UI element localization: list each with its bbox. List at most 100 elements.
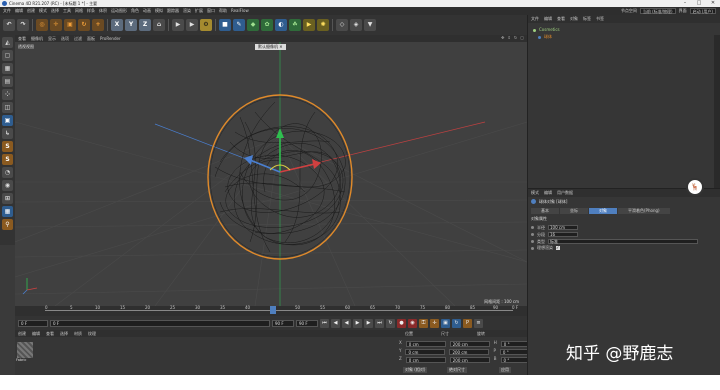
workplane-icon[interactable]: ▼ <box>364 19 376 31</box>
object-menu-objects[interactable]: 对象 <box>570 17 578 21</box>
current-frame-field[interactable]: 0 F <box>18 319 48 327</box>
viewport-toggle-icon[interactable]: ▢ <box>520 36 524 40</box>
live-selection-icon[interactable]: ◎ <box>36 19 48 31</box>
position-y-field[interactable]: 0 cm <box>405 349 446 355</box>
render-perfect-checkbox[interactable]: ✓ <box>556 246 560 250</box>
viewport-menu-cameras[interactable]: 摄像机 <box>31 36 43 41</box>
menu-animate[interactable]: 动画 <box>143 9 151 13</box>
quantize-icon[interactable]: ⊞ <box>2 193 13 204</box>
material-menu-texture[interactable]: 纹理 <box>88 332 96 336</box>
texture-mode-icon[interactable]: ▦ <box>2 63 13 74</box>
menu-file[interactable]: 文件 <box>3 9 11 13</box>
gizmo-x-axis[interactable] <box>279 163 316 173</box>
recent-tools-icon[interactable]: + <box>92 19 104 31</box>
enable-axis-icon[interactable]: ◇ <box>336 19 348 31</box>
maximize-button[interactable]: □ <box>692 0 706 7</box>
object-menu-tags[interactable]: 标签 <box>583 17 591 21</box>
menu-window[interactable]: 窗口 <box>207 9 215 13</box>
node-space-select[interactable]: 当前 (标准/物理) <box>639 8 676 14</box>
object-menu-edit[interactable]: 编辑 <box>544 17 552 21</box>
object-row-sphere[interactable]: 球体 <box>538 35 552 39</box>
object-row-cosmetics[interactable]: Cosmetics <box>533 28 560 32</box>
snap-icon[interactable]: ◈ <box>350 19 362 31</box>
object-menu-file[interactable]: 文件 <box>531 17 539 21</box>
menu-extensions[interactable]: 扩展 <box>195 9 203 13</box>
pen-icon[interactable]: ✎ <box>233 19 245 31</box>
cloner-icon[interactable]: ✿ <box>261 19 273 31</box>
viewport-menu-display[interactable]: 显示 <box>48 36 56 41</box>
environment-icon[interactable]: ☘ <box>289 19 301 31</box>
max-frame-field[interactable]: 90 F <box>296 319 318 327</box>
rotation-b-field[interactable]: 0 ° <box>500 357 529 363</box>
tab-coordinates[interactable]: 坐标 <box>560 208 588 214</box>
menu-mograph[interactable]: 运动图形 <box>111 9 127 13</box>
size-x-field[interactable]: 200 cm <box>449 341 490 347</box>
workplane-mode-icon[interactable]: ▤ <box>2 76 13 87</box>
rotation-p-field[interactable]: 0 ° <box>499 349 528 355</box>
minimize-button[interactable]: – <box>678 0 692 7</box>
menu-realflow[interactable]: RealFlow <box>231 9 249 13</box>
menu-help[interactable]: 帮助 <box>219 9 227 13</box>
type-select[interactable]: 标准 <box>548 239 698 244</box>
next-key-icon[interactable]: ▶ <box>364 318 373 328</box>
viewport-pan-icon[interactable]: ✥ <box>501 36 504 40</box>
render-picture-viewer-icon[interactable]: ▶ <box>186 19 198 31</box>
menu-select[interactable]: 选择 <box>51 9 59 13</box>
camera-icon[interactable]: ▶ <box>303 19 315 31</box>
points-mode-icon[interactable]: ⁘ <box>2 89 13 100</box>
viewport-rotate-icon[interactable]: ↻ <box>514 36 517 40</box>
gizmo-z-arrow-icon[interactable] <box>244 155 253 165</box>
material-menu-create[interactable]: 创建 <box>18 332 26 336</box>
tweak-mode-icon[interactable]: ◔ <box>2 167 13 178</box>
autokey-icon[interactable]: ◉ <box>408 318 417 328</box>
attribute-menu-edit[interactable]: 编辑 <box>544 191 552 195</box>
right-dock-tabs[interactable] <box>714 35 720 195</box>
tab-object[interactable]: 对象 <box>589 208 617 214</box>
play-backward-icon[interactable]: ◀ <box>342 318 351 328</box>
previous-key-icon[interactable]: ◀ <box>331 318 340 328</box>
material-menu-view[interactable]: 查看 <box>46 332 54 336</box>
viewport-zoom-icon[interactable]: ⇕ <box>508 36 511 40</box>
scale-icon[interactable]: ▣ <box>64 19 76 31</box>
symmetry-icon[interactable]: ⚲ <box>2 219 13 230</box>
gizmo-x-arrow-icon[interactable] <box>312 159 321 169</box>
rotate-icon[interactable]: ↻ <box>78 19 90 31</box>
radius-field[interactable]: 100 cm <box>548 225 578 230</box>
menu-edit[interactable]: 编辑 <box>15 9 23 13</box>
go-to-end-icon[interactable]: ⏭ <box>375 318 384 328</box>
menu-tracker[interactable]: 跟踪器 <box>167 9 179 13</box>
rotation-h-field[interactable]: 0 ° <box>500 341 529 347</box>
menu-mesh[interactable]: 网格 <box>75 9 83 13</box>
attribute-menu-userdata[interactable]: 用户数据 <box>557 191 573 195</box>
light-icon[interactable]: ✺ <box>317 19 329 31</box>
coordinate-system-icon[interactable]: ⌂ <box>153 19 165 31</box>
menu-tools[interactable]: 工具 <box>63 9 71 13</box>
preview-range-start-field[interactable]: 0 F <box>50 319 270 327</box>
object-menu-bookmarks[interactable]: 书签 <box>596 17 604 21</box>
animate-radio-icon[interactable] <box>531 226 534 229</box>
viewport-menu-options[interactable]: 选项 <box>61 36 69 41</box>
position-key-icon[interactable]: ✛ <box>430 318 439 328</box>
x-axis-lock-button[interactable]: X <box>111 19 123 31</box>
material-menu-edit[interactable]: 编辑 <box>32 332 40 336</box>
menu-spline[interactable]: 样条 <box>87 9 95 13</box>
material-menu-material[interactable]: 材质 <box>74 332 82 336</box>
make-editable-icon[interactable]: ◭ <box>2 37 13 48</box>
animate-radio-icon[interactable] <box>531 246 534 250</box>
viewport-menu-view[interactable]: 查看 <box>18 36 26 41</box>
camera-dropdown[interactable]: 默认摄像机 ✕ <box>255 44 286 50</box>
object-menu-view[interactable]: 查看 <box>557 17 565 21</box>
viewport-menu-prorender[interactable]: ProRender <box>100 36 121 41</box>
menu-character[interactable]: 角色 <box>131 9 139 13</box>
size-z-field[interactable]: 200 cm <box>449 357 490 363</box>
menu-simulate[interactable]: 模拟 <box>155 9 163 13</box>
timeline-ruler[interactable]: 0 5 10 15 20 25 30 35 40 50 55 60 65 70 … <box>15 306 527 316</box>
apply-button[interactable]: 应用 <box>499 367 511 373</box>
animate-radio-icon[interactable] <box>531 233 534 236</box>
z-axis-lock-button[interactable]: Z <box>139 19 151 31</box>
material-swatch[interactable] <box>17 342 33 358</box>
size-mode-select[interactable]: 绝对尺寸 <box>447 367 467 373</box>
timeline-menu-icon[interactable]: ≡ <box>474 318 483 328</box>
model-mode-icon[interactable]: ▢ <box>2 50 13 61</box>
rotation-key-icon[interactable]: ↻ <box>452 318 461 328</box>
